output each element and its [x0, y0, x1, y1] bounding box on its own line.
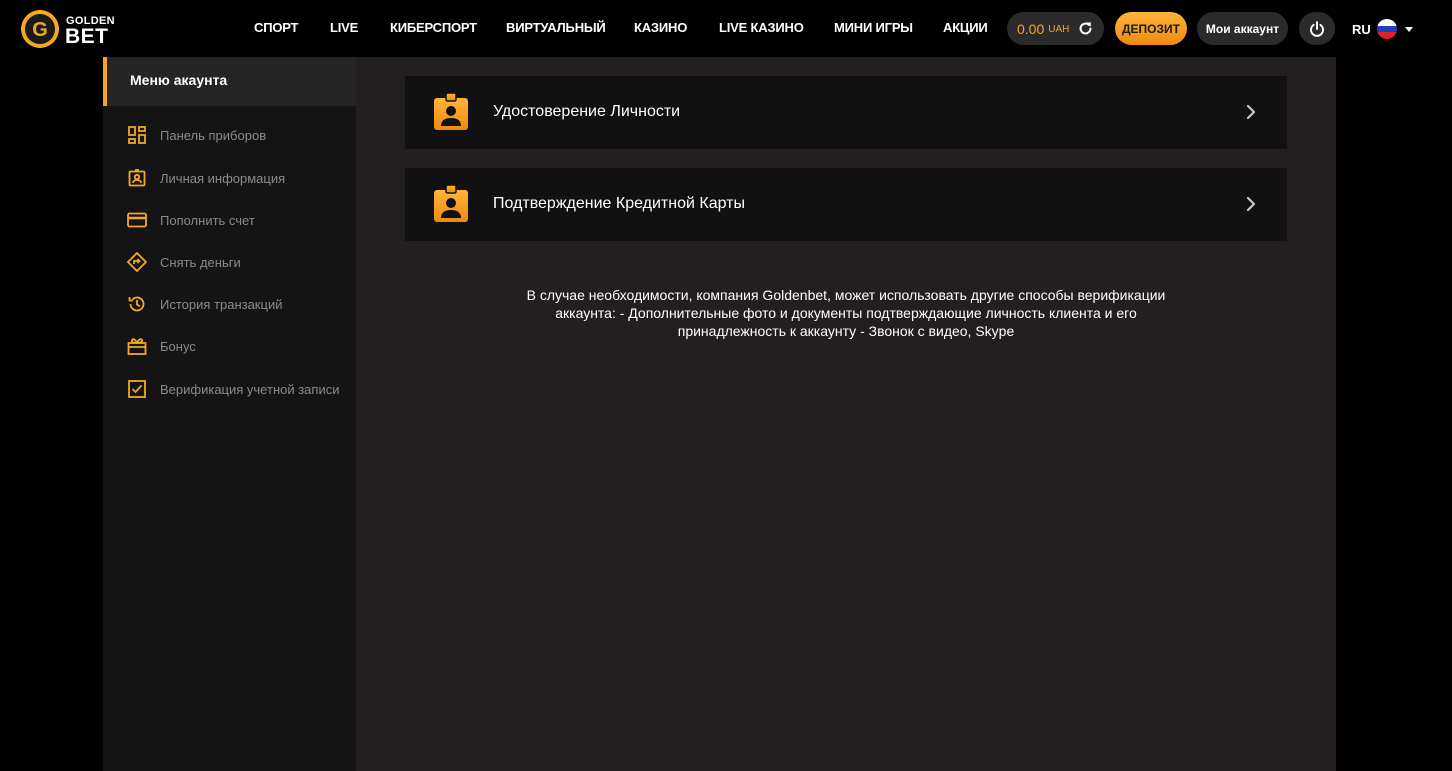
sidebar-item-label: Бонус [160, 338, 196, 354]
my-account-button[interactable]: Мои аккаунт [1197, 12, 1288, 45]
language-selector[interactable]: RU [1352, 17, 1413, 41]
sidebar-item-label: Верификация учетной записи [160, 381, 340, 397]
sidebar-item-label: Личная информация [160, 170, 286, 186]
language-code: RU [1352, 21, 1371, 37]
nav-casino[interactable]: КАЗИНО [634, 20, 687, 35]
badge-user-icon [434, 93, 468, 130]
withdraw-icon [127, 252, 147, 272]
chevron-right-icon [1246, 196, 1256, 212]
goldenbet-logo[interactable]: G GOLDEN BET [20, 9, 120, 49]
sidebar-item-bonus[interactable]: Бонус [127, 335, 196, 357]
refresh-icon[interactable] [1077, 20, 1094, 37]
account-sidebar: Меню акаунта Панель приборов Личная инфо… [103, 57, 356, 771]
card-label: Подтверждение Кредитной Карты [493, 195, 745, 212]
balance-currency: UAH [1048, 24, 1070, 35]
sidebar-item-label: Пополнить счет [160, 212, 255, 228]
dashboard-icon [127, 125, 147, 145]
badge-user-icon [434, 185, 468, 222]
chevron-down-icon [1404, 26, 1413, 32]
checkbox-icon [127, 379, 147, 399]
nav-esports[interactable]: КИБЕРСПОРТ [390, 20, 477, 35]
sidebar-item-deposit[interactable]: Пополнить счет [127, 209, 255, 231]
identity-verification-card[interactable]: Удостоверение Личности [405, 76, 1287, 149]
logo-bottom-text: BET [65, 25, 109, 48]
sidebar-item-withdraw[interactable]: Снять деньги [127, 251, 241, 273]
logo-coin-icon: G [21, 10, 59, 48]
nav-live[interactable]: LIVE [330, 20, 358, 35]
history-icon [127, 294, 147, 314]
nav-mini-games[interactable]: МИНИ ИГРЫ [834, 20, 913, 35]
balance-amount: 0.00 [1017, 20, 1045, 37]
sidebar-item-account-verification[interactable]: Верификация учетной записи [127, 378, 339, 400]
russia-flag-icon [1376, 19, 1397, 39]
credit-card-verification-card[interactable]: Подтверждение Кредитной Карты [405, 168, 1287, 241]
card-label: Удостоверение Личности [493, 103, 681, 120]
power-icon [1310, 20, 1324, 37]
info-line: аккаунта: - Дополнительные фото и докуме… [555, 305, 1137, 321]
balance-display: 0.00 UAH [1007, 12, 1104, 45]
sidebar-item-personal-info[interactable]: Личная информация [127, 167, 285, 189]
sidebar-item-label: Панель приборов [160, 127, 267, 143]
nav-virtual[interactable]: ВИРТУАЛЬНЫЙ [506, 20, 606, 35]
logo-letter: G [32, 19, 48, 41]
sidebar-item-dashboard[interactable]: Панель приборов [127, 124, 266, 146]
deposit-button[interactable]: ДЕПОЗИТ [1115, 12, 1187, 45]
nav-live-casino[interactable]: LIVE КАЗИНО [719, 20, 804, 35]
sidebar-title: Меню акаунта [130, 72, 228, 88]
sidebar-item-label: Снять деньги [160, 254, 241, 270]
id-card-icon [127, 168, 147, 188]
main-content: Удостоверение Личности Подтверждение Кре… [356, 57, 1336, 771]
sidebar-header: Меню акаунта [103, 57, 356, 106]
sidebar-item-label: История транзакций [160, 296, 283, 312]
info-line: принадлежность к аккаунту - Звонок с вид… [677, 323, 1015, 339]
chevron-right-icon [1246, 104, 1256, 120]
verification-info-text: В случае необходимости, компания Goldenb… [476, 286, 1216, 340]
nav-sport[interactable]: СПОРТ [254, 20, 298, 35]
credit-card-icon [127, 210, 147, 230]
nav-promotions[interactable]: АКЦИИ [943, 20, 988, 35]
info-line: В случае необходимости, компания Goldenb… [526, 287, 1166, 303]
top-header: G GOLDEN BET СПОРТ LIVE КИБЕРСПОРТ ВИРТУ… [0, 0, 1452, 57]
sidebar-item-transaction-history[interactable]: История транзакций [127, 293, 282, 315]
logout-button[interactable] [1299, 12, 1335, 45]
gift-icon [127, 336, 147, 356]
